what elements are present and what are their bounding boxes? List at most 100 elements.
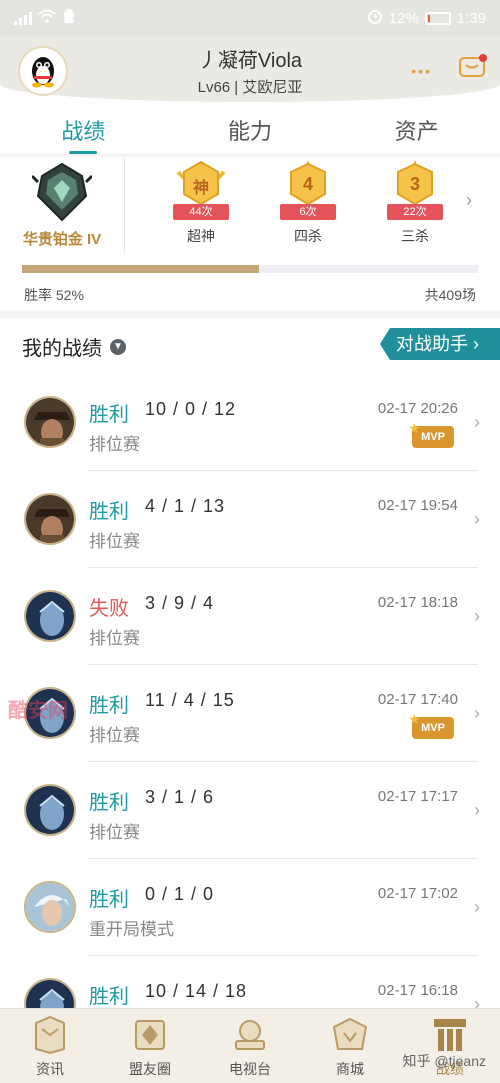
match-mode: 排位赛 (89, 823, 140, 842)
achievement-label: 三杀 (401, 228, 429, 244)
achievement-legendary[interactable]: 神 44次 超神 (161, 160, 241, 246)
match-time: 02-17 17:40 (377, 691, 458, 708)
total-matches-text: 共409场 (424, 287, 476, 303)
profile-header: 丿凝荷Viola Lv66 | 艾欧尼亚 ••• (0, 36, 500, 102)
win-rate-bar (22, 265, 478, 273)
achievement-triple[interactable]: 3 22次 三杀 (375, 160, 455, 246)
match-time: 02-17 17:02 (377, 885, 458, 902)
badge-glyph: 4 (302, 174, 313, 194)
white-hair-champion-icon (24, 881, 76, 933)
wifi-icon (38, 9, 56, 27)
signal-icon (14, 11, 32, 25)
achievement-label: 四杀 (294, 228, 322, 244)
chevron-right-icon: › (474, 897, 480, 917)
record-icon (430, 1015, 470, 1055)
platinum-emblem-icon (30, 162, 94, 222)
gunslinger-champion-icon (24, 493, 76, 545)
chevron-right-icon: › (474, 606, 480, 626)
match-kda: 3 / 9 / 4 (145, 593, 215, 613)
status-bar: 12% 1:39 (0, 0, 500, 36)
store-icon (330, 1015, 370, 1055)
nav-label: 资讯 (36, 1061, 64, 1077)
match-result: 失败 (89, 598, 129, 620)
alarm-icon (367, 8, 383, 28)
battery-percent: 12% (388, 9, 419, 27)
nav-record[interactable]: 战绩 (400, 1009, 500, 1083)
rank-panel[interactable]: 华贵铂金 IV (0, 158, 125, 253)
match-time: 02-17 19:54 (377, 497, 458, 514)
match-row[interactable]: 胜利 10 / 0 / 12 排位赛 02-17 20:26 › MVP (0, 374, 500, 471)
player-level-server: Lv66 | 艾欧尼亚 (197, 79, 303, 96)
match-result: 胜利 (89, 889, 129, 911)
qq-status-icon (62, 8, 76, 28)
match-row[interactable]: 胜利 4 / 1 / 13 排位赛 02-17 19:54 › (0, 471, 500, 568)
more-icon[interactable]: ••• (411, 63, 432, 79)
match-result: 胜利 (89, 404, 129, 426)
match-kda: 10 / 14 / 18 (145, 981, 248, 1001)
match-row[interactable]: 胜利 11 / 4 / 15 排位赛 02-17 17:40 › MVP (0, 665, 500, 762)
my-matches-title[interactable]: 我的战绩 ▼ (22, 332, 126, 361)
nav-store[interactable]: 商城 (300, 1009, 400, 1083)
nav-label: 商城 (336, 1061, 364, 1077)
tab-record[interactable]: 战绩 (0, 104, 167, 154)
achievement-count: 44次 (173, 204, 229, 220)
chevron-right-icon[interactable]: › (466, 190, 472, 211)
match-time: 02-17 18:18 (377, 594, 458, 611)
chevron-right-icon: › (474, 509, 480, 529)
achievement-quadra[interactable]: 4 6次 四杀 (268, 160, 348, 246)
nav-news[interactable]: 资讯 (0, 1009, 100, 1083)
bottom-nav: 资讯 盟友圈 电视台 商城 战绩 知乎 @tjeanz (0, 1008, 500, 1083)
badge-glyph: 3 (409, 174, 420, 194)
friends-circle-icon (130, 1015, 170, 1055)
nav-friends[interactable]: 盟友圈 (100, 1009, 200, 1083)
match-result: 胜利 (89, 792, 129, 814)
status-left (14, 8, 76, 28)
quadra-badge-icon: 4 6次 (280, 160, 336, 220)
match-mode: 排位赛 (89, 532, 140, 551)
match-time: 02-17 16:18 (377, 982, 458, 999)
match-mode: 重开局模式 (89, 920, 174, 939)
rank-label: 华贵铂金 IV (22, 231, 102, 248)
match-mode: 排位赛 (89, 726, 140, 745)
match-mode: 排位赛 (89, 629, 140, 648)
match-time: 02-17 17:17 (377, 788, 458, 805)
mvp-badge: MVP (408, 417, 454, 448)
gunslinger-champion-icon (24, 396, 76, 448)
tab-ability[interactable]: 能力 (167, 104, 334, 154)
match-time: 02-17 20:26 (377, 400, 458, 417)
achievement-label: 超神 (187, 228, 215, 244)
nav-label: 盟友圈 (129, 1061, 171, 1077)
tab-bar: 战绩 能力 资产 (0, 104, 500, 154)
achievement-count: 22次 (387, 204, 443, 220)
message-icon[interactable] (458, 52, 488, 82)
match-row[interactable]: 胜利 3 / 1 / 6 排位赛 02-17 17:17 › (0, 762, 500, 859)
red-watermark: 酷安网 (8, 700, 68, 722)
match-result: 胜利 (89, 501, 129, 523)
legendary-badge-icon: 神 44次 (173, 160, 229, 220)
status-right: 12% 1:39 (367, 8, 486, 28)
tv-icon (230, 1015, 270, 1055)
match-kda: 4 / 1 / 13 (145, 496, 226, 516)
nav-tv[interactable]: 电视台 (200, 1009, 300, 1083)
badge-glyph: 神 (192, 180, 209, 197)
match-mode: 排位赛 (89, 435, 140, 454)
battle-assistant-button[interactable]: 对战助手 › (380, 328, 500, 360)
match-row[interactable]: 胜利 0 / 1 / 0 重开局模式 02-17 17:02 › (0, 859, 500, 956)
zhihu-watermark: 知乎 @tjeanz (402, 1053, 486, 1069)
chevron-right-icon: › (474, 703, 480, 723)
news-icon (30, 1015, 70, 1055)
match-kda: 0 / 1 / 0 (145, 884, 215, 904)
match-result: 胜利 (89, 695, 129, 717)
chevron-right-icon: › (474, 412, 480, 432)
battery-icon (424, 11, 451, 25)
tab-assets[interactable]: 资产 (333, 104, 500, 154)
match-list: 胜利 10 / 0 / 12 排位赛 02-17 20:26 › MVP 胜利 4 / 1 /… (0, 374, 500, 1053)
chevron-down-icon: ▼ (110, 338, 126, 355)
shadow-champion-icon (24, 784, 76, 836)
clock: 1:39 (456, 9, 486, 27)
win-rate-bar-fill (22, 265, 260, 273)
match-kda: 10 / 0 / 12 (145, 399, 237, 419)
triple-badge-icon: 3 22次 (387, 160, 443, 220)
match-row[interactable]: 失败 3 / 9 / 4 排位赛 02-17 18:18 › (0, 568, 500, 665)
achievement-count: 6次 (280, 204, 336, 220)
